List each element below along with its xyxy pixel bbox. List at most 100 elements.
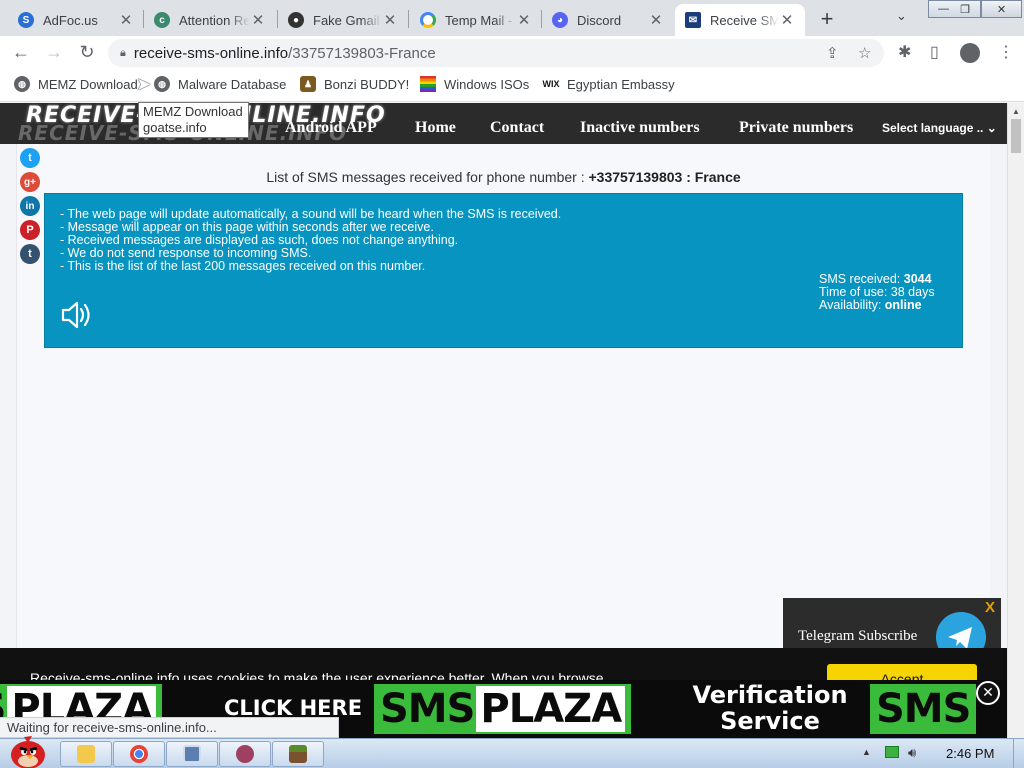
tab-label: Fake Gmail [313, 12, 380, 28]
sms-received-label: SMS received: [819, 272, 904, 286]
smsplaza-logo[interactable]: SMSPLAZA [374, 684, 632, 734]
globe-icon: ◍ [154, 76, 170, 92]
tab-search-icon[interactable]: ⌄ [896, 8, 907, 24]
bookmark-egyptian-embassy[interactable]: WIX Egyptian Embassy [543, 76, 675, 92]
close-window-button[interactable]: ✕ [981, 0, 1022, 18]
close-icon[interactable]: ✕ [382, 11, 398, 29]
ad-verification-service[interactable]: Verification Service [690, 682, 850, 734]
tray-expand-icon[interactable]: ▲ [862, 747, 871, 757]
back-icon[interactable]: ← [10, 42, 32, 63]
page-title: List of SMS messages received for phone … [0, 169, 1007, 185]
google-icon [420, 12, 436, 28]
tab-adfocus[interactable]: S AdFoc.us ✕ [8, 4, 144, 36]
network-icon[interactable] [885, 746, 899, 758]
telegram-close-button[interactable]: X [985, 599, 995, 616]
close-icon[interactable]: ✕ [516, 11, 532, 29]
cookie-banner: Receive-sms-online.info uses cookies to … [0, 648, 1007, 680]
ad-close-button[interactable]: ✕ [976, 681, 1000, 705]
bookmarks-bar: ◍ MEMZ Download ◍ Malware Database ♟ Bon… [0, 70, 1024, 102]
lock-icon[interactable]: 🔒︎ [120, 47, 126, 60]
tab-label: Receive SM [710, 12, 779, 28]
close-icon[interactable]: ✕ [779, 11, 795, 29]
tooltip-title: MEMZ Download [143, 104, 243, 119]
volume-icon[interactable]: 🔊︎ [908, 745, 916, 761]
smsplaza-logo[interactable]: SMS [870, 684, 977, 734]
ad-sms-text: SMS [380, 686, 475, 732]
cloudflare-icon: c [154, 12, 170, 28]
scroll-up-icon[interactable]: ▲ [1012, 107, 1020, 116]
taskbar-app[interactable] [219, 741, 271, 767]
availability: Availability: online [819, 299, 935, 312]
adfocus-icon: S [18, 12, 34, 28]
notes-list: - The web page will update automatically… [60, 208, 561, 273]
nav-home[interactable]: Home [415, 119, 456, 137]
rainbow-flag-icon [420, 76, 436, 92]
nav-contact[interactable]: Contact [490, 119, 544, 137]
tab-temp-mail[interactable]: Temp Mail - ✕ [410, 4, 542, 36]
taskbar-chrome[interactable] [113, 741, 165, 767]
angry-bird-start-icon[interactable] [4, 733, 48, 768]
heading-prefix: List of SMS messages received for phone … [266, 169, 589, 185]
taskbar-window[interactable] [166, 741, 218, 767]
bookmark-label: Malware Database [178, 76, 287, 92]
window-icon [183, 745, 201, 763]
reload-icon[interactable]: ↻ [76, 42, 98, 63]
close-icon[interactable]: ✕ [250, 11, 266, 29]
tab-label: Discord [577, 12, 622, 28]
menu-icon[interactable]: ⋮ [998, 42, 1014, 62]
address-bar[interactable]: 🔒︎ receive-sms-online.info /33757139803-… [108, 39, 884, 67]
language-select[interactable]: Select language .. ⌄ [882, 121, 997, 135]
forward-icon[interactable]: → [43, 42, 65, 63]
show-desktop-button[interactable] [1013, 739, 1024, 768]
taskbar-clock[interactable]: 2:46 PM [946, 746, 994, 761]
nav-private-numbers[interactable]: Private numbers [739, 119, 853, 137]
info-box: - The web page will update automatically… [44, 193, 963, 348]
twitter-icon[interactable]: t [20, 148, 40, 168]
extensions-icon[interactable]: ✱ [898, 42, 911, 62]
bookmark-malware-database[interactable]: ◍ Malware Database [154, 76, 286, 92]
telegram-subscribe-label[interactable]: Telegram Subscribe [798, 628, 917, 645]
pinterest-icon[interactable]: P [20, 220, 40, 240]
url-host: receive-sms-online.info [133, 44, 289, 62]
side-panel-icon[interactable]: ▯ [930, 42, 939, 62]
mouse-cursor-icon: ➤ [136, 74, 152, 94]
accept-cookies-button[interactable]: Accept [827, 664, 977, 680]
availability-label: Availability: [819, 298, 885, 312]
bookmark-windows-isos[interactable]: Windows ISOs [420, 76, 529, 92]
speaker-icon[interactable] [59, 298, 93, 332]
share-icon[interactable]: ⇪ [826, 44, 839, 62]
linkedin-icon[interactable]: in [20, 196, 40, 216]
page-scrollbar[interactable]: ▲ [1007, 103, 1024, 738]
close-icon[interactable]: ✕ [118, 11, 134, 29]
phone-number: +33757139803 : France [588, 169, 741, 185]
tumblr-icon[interactable]: t [20, 244, 40, 264]
star-icon[interactable]: ☆ [858, 44, 871, 62]
cookie-text: Receive-sms-online.info uses cookies to … [30, 670, 604, 680]
nav-android-app[interactable]: Android APP [285, 119, 377, 137]
browser-toolbar: ← → ↻ 🔒︎ receive-sms-online.info /337571… [0, 36, 1024, 70]
bookmark-tooltip: MEMZ Download goatse.info [138, 102, 249, 138]
new-tab-button[interactable]: + [816, 6, 838, 32]
taskbar-minecraft[interactable] [272, 741, 324, 767]
number-stats: SMS received: 3044 Time of use: 38 days … [819, 273, 935, 312]
discord-icon: ◕ [552, 12, 568, 28]
taskbar-explorer[interactable] [60, 741, 112, 767]
close-icon[interactable]: ✕ [648, 11, 664, 29]
note-line: - This is the list of the last 200 messa… [60, 259, 426, 273]
language-label: Select language .. [882, 121, 984, 135]
ad-verify-line-1: Verification [692, 681, 848, 709]
tab-label: Temp Mail - [445, 12, 513, 28]
restore-button[interactable]: ❐ [950, 0, 981, 18]
tab-fake-gmail[interactable]: ● Fake Gmail ✕ [278, 4, 408, 36]
profile-avatar[interactable] [960, 43, 980, 63]
bookmark-memz[interactable]: ◍ MEMZ Download [14, 76, 138, 92]
tab-attention[interactable]: c Attention Re ✕ [144, 4, 276, 36]
scrollbar-thumb[interactable] [1011, 119, 1021, 153]
bookmark-bonzi[interactable]: ♟ Bonzi BUDDY! [300, 76, 409, 92]
tab-receive-sms[interactable]: ✉ Receive SM ✕ [675, 4, 805, 36]
nav-inactive-numbers[interactable]: Inactive numbers [580, 119, 700, 137]
chrome-icon [130, 745, 148, 763]
sms-received-value: 3044 [903, 272, 932, 286]
tab-discord[interactable]: ◕ Discord ✕ [542, 4, 674, 36]
tooltip-url: goatse.info [143, 120, 207, 135]
